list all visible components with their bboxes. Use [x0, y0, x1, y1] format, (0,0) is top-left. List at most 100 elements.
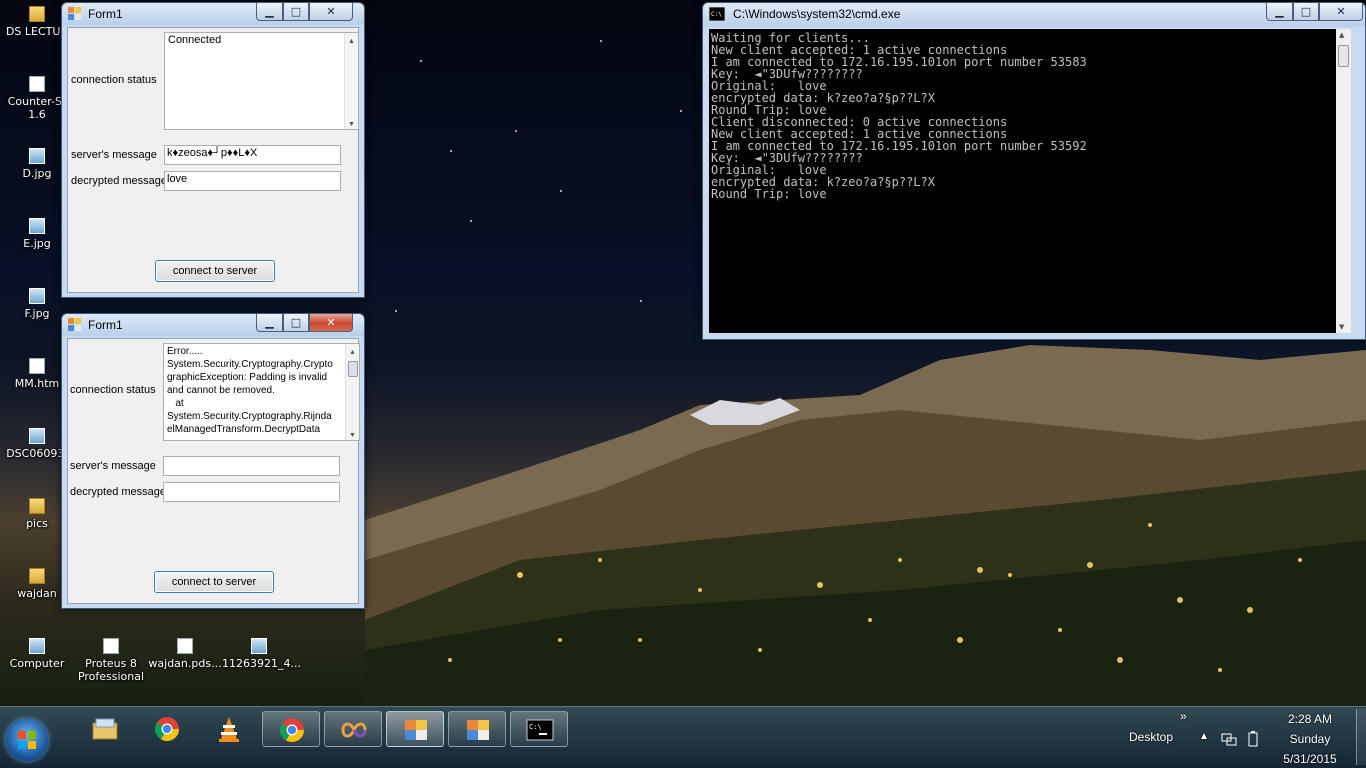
connect-to-server-button[interactable]: connect to server	[155, 260, 275, 282]
decrypted-message-textbox[interactable]	[163, 482, 340, 502]
image-file-icon	[251, 638, 267, 654]
titlebar[interactable]: Form1 ▁ □ ✕	[62, 314, 364, 336]
connection-status-text: Error..... System.Security.Cryptography.…	[167, 346, 333, 435]
window-title: Form1	[88, 318, 123, 332]
scroll-down-arrow-icon[interactable]: ▼	[348, 429, 357, 439]
clock-date: 5/31/2015	[1283, 752, 1337, 766]
scroll-up-arrow-icon[interactable]: ▲	[348, 346, 357, 356]
folder-library-icon	[92, 718, 118, 740]
desktop-icon-label: F.jpg	[24, 307, 50, 320]
pds-file-icon	[177, 638, 193, 654]
taskbar-explorer-button[interactable]	[76, 711, 134, 747]
window-title: Form1	[88, 7, 123, 21]
taskbar-cmd-button[interactable]: C:\	[510, 711, 568, 747]
vertical-scrollbar[interactable]: ▲ ▼	[345, 344, 359, 440]
server-message-textbox[interactable]: k♦zeosa♦┘p♦♦L♦X	[164, 145, 341, 165]
network-icon[interactable]	[1221, 731, 1237, 747]
taskbar-form1-button-2[interactable]	[448, 711, 506, 747]
show-hidden-icons-arrow-icon[interactable]: ▲	[1199, 731, 1209, 742]
form1-window-top[interactable]: Form1 ▁ □ ✕ connection status Connected …	[61, 2, 365, 298]
scroll-up-arrow-icon[interactable]: ▲	[347, 35, 356, 45]
desktop-icon-proteus[interactable]: Proteus 8 Professional	[74, 638, 148, 683]
desktop-toolbar-label[interactable]: Desktop	[1129, 730, 1173, 744]
taskbar-form1-button-1[interactable]	[386, 711, 444, 747]
scroll-thumb[interactable]	[348, 361, 358, 377]
folder-icon	[29, 568, 45, 584]
windows-logo-icon	[18, 731, 36, 749]
maximize-button[interactable]: □	[1293, 3, 1319, 21]
minimize-button[interactable]: ▁	[1266, 3, 1293, 21]
close-button[interactable]: ✕	[1319, 3, 1363, 21]
connect-button-label: connect to server	[171, 576, 257, 588]
chrome-icon	[155, 717, 179, 742]
system-clock[interactable]: 2:28 AM Sunday 5/31/2015	[1270, 709, 1350, 768]
svg-text:C:\: C:\	[529, 723, 542, 731]
show-desktop-button[interactable]	[1356, 709, 1366, 765]
connection-status-text: Connected	[168, 34, 222, 46]
folder-icon	[29, 498, 45, 514]
desktop-icon-label: pics	[26, 517, 48, 530]
vertical-scrollbar[interactable]: ▲ ▼	[344, 33, 358, 129]
image-file-icon	[29, 148, 45, 164]
desktop-icon-label: 11263921_4...	[222, 657, 301, 670]
connection-status-label: connection status	[71, 74, 157, 86]
form1-window-bottom[interactable]: Form1 ▁ □ ✕ connection status Error.....…	[61, 313, 365, 609]
server-message-textbox[interactable]	[163, 456, 340, 476]
desktop-icon-label: DSC06093.	[6, 447, 68, 460]
battery-icon[interactable]	[1248, 731, 1258, 747]
cmd-window[interactable]: C:\ C:\Windows\system32\cmd.exe ▁ □ ✕ Wa…	[702, 2, 1366, 340]
titlebar[interactable]: Form1 ▁ □ ✕	[62, 3, 364, 25]
image-file-icon	[29, 428, 45, 444]
app-window-icon	[68, 7, 81, 20]
cmd-icon: C:\	[709, 7, 725, 21]
decrypted-message-label: decrypted message	[70, 486, 166, 498]
window-title: C:\Windows\system32\cmd.exe	[733, 7, 901, 21]
minimize-button[interactable]: ▁	[256, 314, 283, 332]
connect-button-label: connect to server	[172, 265, 258, 277]
vlc-cone-icon	[219, 717, 239, 742]
connect-to-server-button[interactable]: connect to server	[154, 571, 274, 593]
taskbar-chrome-window-button[interactable]	[262, 711, 320, 747]
taskbar: C:\ Desktop » ▲ 2:28 AM Sunday 5/31/2015	[0, 706, 1366, 768]
winforms-app-icon	[405, 720, 427, 740]
decrypted-message-text: love	[167, 173, 188, 185]
decrypted-message-label: decrypted message	[71, 175, 167, 187]
toolbar-chevron-icon[interactable]: »	[1180, 709, 1187, 723]
desktop-icon-computer[interactable]: Computer	[0, 638, 74, 670]
desktop-icon-label: E.jpg	[23, 237, 51, 250]
form-client-area: connection status Error..... System.Secu…	[67, 338, 360, 604]
connection-status-textbox[interactable]: Error..... System.Security.Cryptography.…	[163, 343, 360, 441]
close-button[interactable]: ✕	[309, 3, 353, 21]
desktop-icon-wajdan-pds[interactable]: wajdan.pds...	[148, 638, 222, 670]
decrypted-message-textbox[interactable]: love	[164, 171, 341, 191]
minimize-button[interactable]: ▁	[256, 3, 283, 21]
connection-status-label: connection status	[70, 384, 156, 396]
server-message-label: server's message	[71, 149, 157, 161]
connection-status-textbox[interactable]: Connected ▲ ▼	[164, 32, 359, 130]
desktop-icon-label: Counter-St 1.6	[7, 95, 67, 121]
svg-text:C:\: C:\	[711, 11, 722, 18]
taskbar-visual-studio-button[interactable]	[324, 711, 382, 747]
vertical-scrollbar[interactable]: ▲ ▼	[1336, 29, 1351, 333]
taskbar-chrome-button[interactable]	[138, 711, 196, 747]
maximize-button[interactable]: □	[283, 314, 309, 332]
desktop-icon-label: wajdan.pds...	[148, 657, 222, 670]
scroll-up-arrow-icon[interactable]: ▲	[1339, 31, 1344, 39]
scroll-thumb[interactable]	[1338, 45, 1349, 67]
form-client-area: connection status Connected ▲ ▼ server's …	[67, 27, 359, 293]
taskbar-vlc-button[interactable]	[200, 711, 258, 747]
scroll-down-arrow-icon[interactable]: ▼	[1339, 323, 1344, 331]
start-button[interactable]	[6, 719, 48, 761]
console-text: Waiting for clients... New client accept…	[711, 31, 1087, 201]
close-button[interactable]: ✕	[309, 314, 353, 332]
maximize-button[interactable]: □	[283, 3, 309, 21]
titlebar[interactable]: C:\ C:\Windows\system32\cmd.exe ▁ □ ✕	[703, 3, 1365, 27]
scroll-down-arrow-icon[interactable]: ▼	[347, 118, 356, 128]
desktop-icon-label: wajdan	[17, 587, 57, 600]
console-output-area[interactable]: Waiting for clients... New client accept…	[709, 29, 1351, 333]
desktop-icon-label: D.jpg	[22, 167, 52, 180]
app-window-icon	[68, 318, 81, 331]
folder-icon	[29, 6, 45, 22]
desktop-icon-11263921[interactable]: 11263921_4...	[222, 638, 301, 670]
proteus-icon	[103, 638, 119, 654]
